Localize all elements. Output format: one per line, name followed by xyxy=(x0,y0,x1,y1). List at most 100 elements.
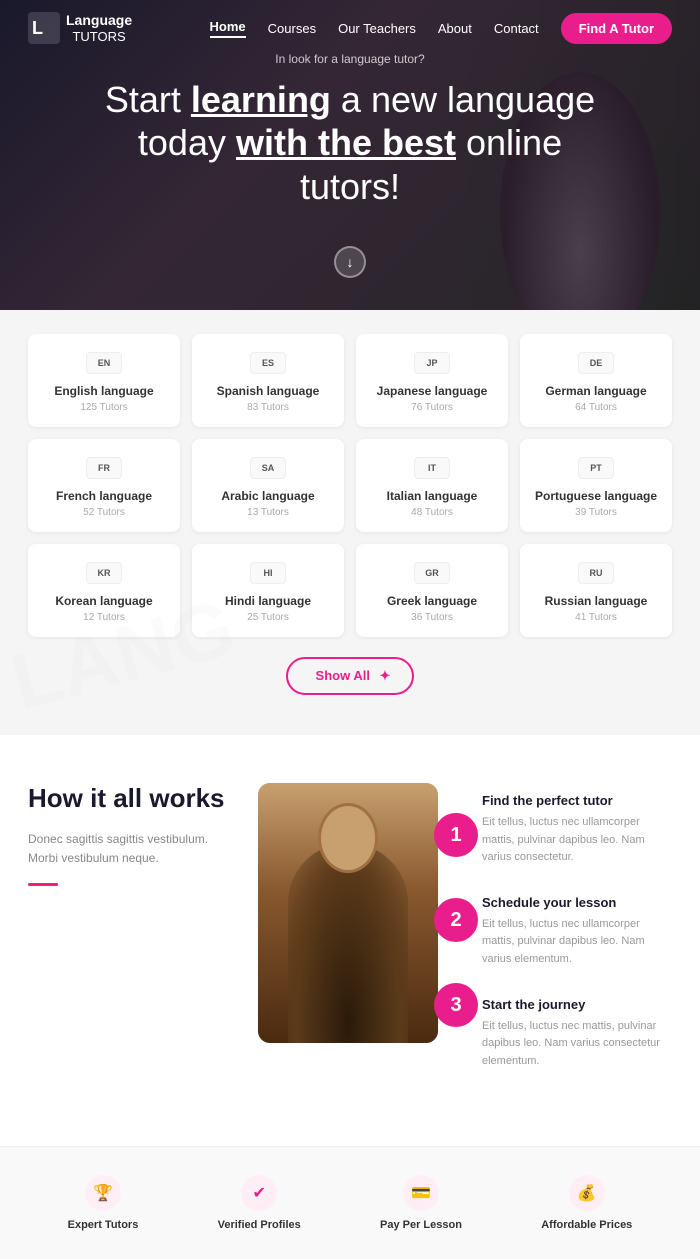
lang-name: Japanese language xyxy=(377,384,488,398)
language-card-en[interactable]: EN English language 125 Tutors xyxy=(28,334,180,427)
lang-tutors: 83 Tutors xyxy=(247,402,289,413)
svg-text:L: L xyxy=(32,18,43,38)
feature-label: Expert Tutors xyxy=(68,1219,139,1231)
navbar: L Language TUTORS Home Courses Our Teach… xyxy=(0,0,700,56)
lang-flag: ES xyxy=(250,352,286,374)
hero-withbest-phrase: with the best xyxy=(236,122,456,163)
lang-flag: EN xyxy=(86,352,122,374)
lang-flag: HI xyxy=(250,562,286,584)
nav-home[interactable]: Home xyxy=(210,19,246,38)
language-cards-section: LANG EN English language 125 Tutors ES S… xyxy=(0,310,700,735)
step-title: Schedule your lesson xyxy=(482,895,672,910)
lang-name: French language xyxy=(56,489,152,503)
step-3-circle: 3 xyxy=(434,983,478,1027)
language-card-de[interactable]: DE German language 64 Tutors xyxy=(520,334,672,427)
language-card-fr[interactable]: FR French language 52 Tutors xyxy=(28,439,180,532)
how-step-3: Start the journey Eit tellus, luctus nec… xyxy=(482,997,672,1071)
lang-tutors: 64 Tutors xyxy=(575,402,617,413)
hero-section: In look for a language tutor? Start lear… xyxy=(0,0,700,310)
how-step-1: Find the perfect tutor Eit tellus, luctu… xyxy=(482,793,672,867)
language-card-hi[interactable]: HI Hindi language 25 Tutors xyxy=(192,544,344,637)
lang-name: Spanish language xyxy=(217,384,320,398)
how-steps: Find the perfect tutor Eit tellus, luctu… xyxy=(482,783,672,1098)
logo: L Language TUTORS xyxy=(28,12,132,44)
hero-title: Start learning a new language today with… xyxy=(90,78,610,208)
step-desc: Eit tellus, luctus nec mattis, pulvinar … xyxy=(482,1018,672,1071)
logo-icon: L xyxy=(28,12,60,44)
lang-name: Portuguese language xyxy=(535,489,657,503)
nav-about[interactable]: About xyxy=(438,21,472,36)
step-desc: Eit tellus, luctus nec ullamcorper matti… xyxy=(482,814,672,867)
lang-tutors: 39 Tutors xyxy=(575,507,617,518)
how-image xyxy=(258,783,438,1043)
lang-flag: DE xyxy=(578,352,614,374)
step-2-circle: 2 xyxy=(434,898,478,942)
how-image-container: 1 2 3 xyxy=(258,783,458,1043)
how-step-2: Schedule your lesson Eit tellus, luctus … xyxy=(482,895,672,969)
nav-teachers[interactable]: Our Teachers xyxy=(338,21,416,36)
language-card-jp[interactable]: JP Japanese language 76 Tutors xyxy=(356,334,508,427)
nav-links: Home Courses Our Teachers About Contact … xyxy=(210,13,672,44)
lang-name: German language xyxy=(545,384,646,398)
step-desc: Eit tellus, luctus nec ullamcorper matti… xyxy=(482,916,672,969)
language-grid-row1: EN English language 125 Tutors ES Spanis… xyxy=(28,334,672,427)
lang-tutors: 41 Tutors xyxy=(575,612,617,623)
nav-contact[interactable]: Contact xyxy=(494,21,539,36)
show-all-button[interactable]: Show All ✦ xyxy=(286,657,415,695)
lang-name: Hindi language xyxy=(225,594,311,608)
feature-icon: ✔ xyxy=(241,1175,277,1211)
lang-name: English language xyxy=(54,384,153,398)
how-divider xyxy=(28,883,58,886)
hero-scroll-arrow[interactable]: ↓ xyxy=(334,246,366,278)
feature-item: 💰 Affordable Prices xyxy=(541,1175,632,1231)
lang-tutors: 25 Tutors xyxy=(247,612,289,623)
feature-item: ✔ Verified Profiles xyxy=(218,1175,301,1231)
lang-tutors: 48 Tutors xyxy=(411,507,453,518)
lang-tutors: 76 Tutors xyxy=(411,402,453,413)
hero-content: In look for a language tutor? Start lear… xyxy=(70,32,630,228)
how-title: How it all works xyxy=(28,783,228,814)
feature-label: Pay Per Lesson xyxy=(380,1219,462,1231)
lang-name: Italian language xyxy=(387,489,478,503)
feature-label: Verified Profiles xyxy=(218,1219,301,1231)
lang-flag: SA xyxy=(250,457,286,479)
feature-item: 🏆 Expert Tutors xyxy=(68,1175,139,1231)
language-card-sa[interactable]: SA Arabic language 13 Tutors xyxy=(192,439,344,532)
hero-learning-word: learning xyxy=(191,79,331,120)
lang-tutors: 52 Tutors xyxy=(83,507,125,518)
language-card-gr[interactable]: GR Greek language 36 Tutors xyxy=(356,544,508,637)
feature-icon: 🏆 xyxy=(85,1175,121,1211)
lang-name: Arabic language xyxy=(221,489,314,503)
nav-courses[interactable]: Courses xyxy=(268,21,316,36)
feature-icon: 💳 xyxy=(403,1175,439,1211)
lang-flag: GR xyxy=(414,562,450,584)
find-tutor-button[interactable]: Find A Tutor xyxy=(561,13,672,44)
how-description: Donec sagittis sagittis vestibulum. Morb… xyxy=(28,830,228,868)
logo-text: Language TUTORS xyxy=(66,12,132,44)
lang-flag: PT xyxy=(578,457,614,479)
lang-tutors: 125 Tutors xyxy=(80,402,127,413)
step-1-circle: 1 xyxy=(434,813,478,857)
how-it-works-section: How it all works Donec sagittis sagittis… xyxy=(0,735,700,1146)
lang-flag: RU xyxy=(578,562,614,584)
lang-tutors: 36 Tutors xyxy=(411,612,453,623)
language-card-kr[interactable]: KR Korean language 12 Tutors xyxy=(28,544,180,637)
how-left-panel: How it all works Donec sagittis sagittis… xyxy=(28,783,248,886)
language-grid-row2: FR French language 52 Tutors SA Arabic l… xyxy=(28,439,672,532)
language-card-ru[interactable]: RU Russian language 41 Tutors xyxy=(520,544,672,637)
language-card-it[interactable]: IT Italian language 48 Tutors xyxy=(356,439,508,532)
features-strip: 🏆 Expert Tutors ✔ Verified Profiles 💳 Pa… xyxy=(0,1146,700,1259)
lang-flag: JP xyxy=(414,352,450,374)
language-card-pt[interactable]: PT Portuguese language 39 Tutors xyxy=(520,439,672,532)
step-title: Start the journey xyxy=(482,997,672,1012)
lang-flag: KR xyxy=(86,562,122,584)
lang-flag: IT xyxy=(414,457,450,479)
language-grid-row3: KR Korean language 12 Tutors HI Hindi la… xyxy=(28,544,672,637)
feature-item: 💳 Pay Per Lesson xyxy=(380,1175,462,1231)
feature-icon: 💰 xyxy=(569,1175,605,1211)
feature-label: Affordable Prices xyxy=(541,1219,632,1231)
language-card-es[interactable]: ES Spanish language 83 Tutors xyxy=(192,334,344,427)
lang-name: Russian language xyxy=(545,594,648,608)
how-person xyxy=(258,783,438,1043)
lang-name: Korean language xyxy=(55,594,152,608)
